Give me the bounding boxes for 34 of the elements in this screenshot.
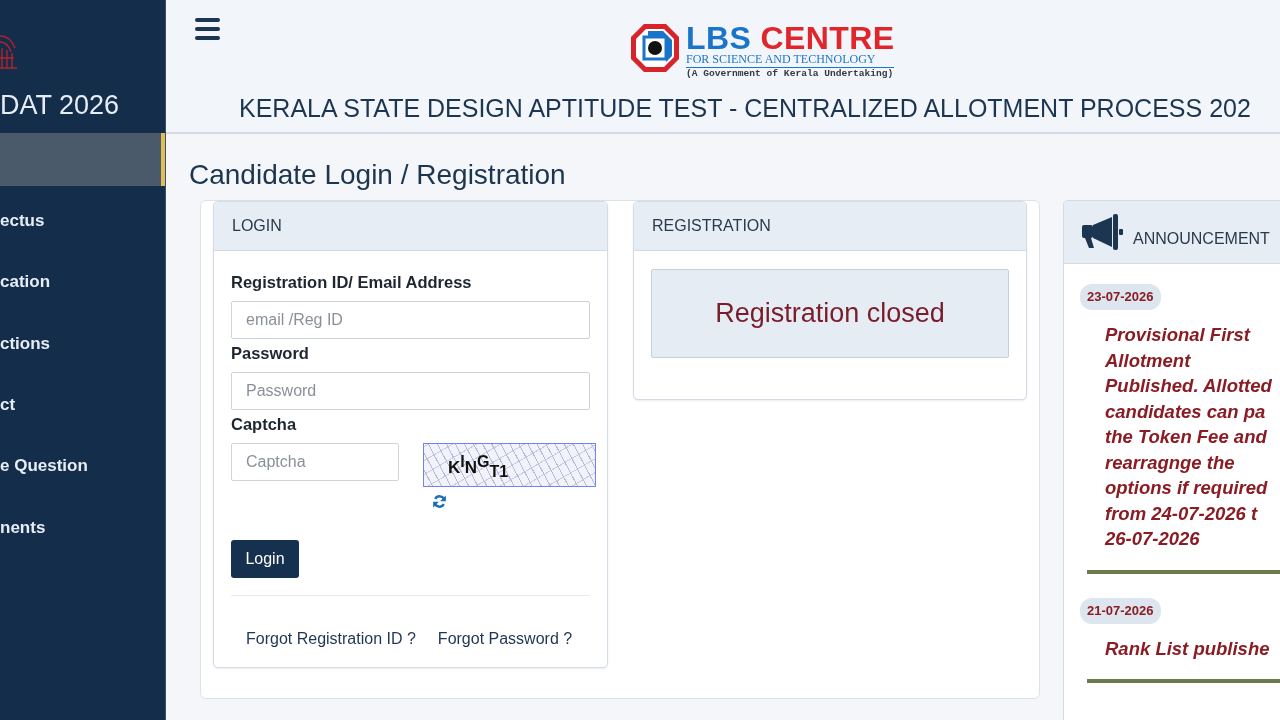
sidebar-brand: DAT 2026 xyxy=(0,90,120,120)
forgot-link[interactable]: Forgot Password ? xyxy=(437,628,573,650)
date-badge: 21-07-2026 xyxy=(1080,597,1161,624)
announcements-heading: ANNOUNCEMENT xyxy=(1133,229,1270,249)
login-button[interactable]: Login xyxy=(231,540,299,578)
sidebar-item[interactable]: cation xyxy=(0,255,165,309)
refresh-icon[interactable] xyxy=(432,494,447,509)
input-field[interactable]: email /Reg ID xyxy=(231,301,590,339)
sidebar-item[interactable]: nents xyxy=(0,501,165,555)
megaphone-icon xyxy=(1081,214,1123,250)
registration-notice: Registration closed xyxy=(651,269,1009,358)
announcement-text: Rank List publishe xyxy=(1105,636,1271,661)
logo-title: LBS CENTRE xyxy=(686,23,895,53)
logo-subtitle: (A Government of Kerala Undertaking) xyxy=(686,68,895,80)
card-heading: REGISTRATION xyxy=(634,202,1026,251)
field-label: Captcha xyxy=(231,414,297,435)
logo-tagline: FOR SCIENCE AND TECHNOLOGY xyxy=(686,53,895,68)
field-label: Password xyxy=(231,343,309,364)
site-title: KERALA STATE DESIGN APTITUDE TEST - CENTRALIZED ALLOTMENT PROCESS 202 xyxy=(239,93,1251,123)
date-badge: 23-07-2026 xyxy=(1080,284,1161,310)
captcha-field[interactable]: Captcha xyxy=(231,443,399,481)
sidebar-item[interactable]: ctions xyxy=(0,317,165,371)
sidebar-item[interactable]: ectus xyxy=(0,194,165,248)
input-field[interactable]: Password xyxy=(231,372,590,410)
field-label: Registration ID/ Email Address xyxy=(231,272,472,293)
sidebar-item[interactable]: ct xyxy=(0,378,165,432)
logo-mark-icon xyxy=(630,23,680,73)
sidebar-item[interactable]: e Question xyxy=(0,439,165,493)
card-heading: LOGIN xyxy=(214,202,607,251)
announcement-text: Provisional First Allotment Published. Allotted candidates can pa the Token Fee and rearragnge the options if required from 24-07-2026 t 26-07-2026 xyxy=(1105,323,1273,551)
page-title: Candidate Login / Registration xyxy=(189,158,566,192)
menu-icon[interactable] xyxy=(195,18,220,40)
forgot-link[interactable]: Forgot Registration ID ? xyxy=(246,628,416,650)
sidebar-item[interactable] xyxy=(0,133,165,186)
